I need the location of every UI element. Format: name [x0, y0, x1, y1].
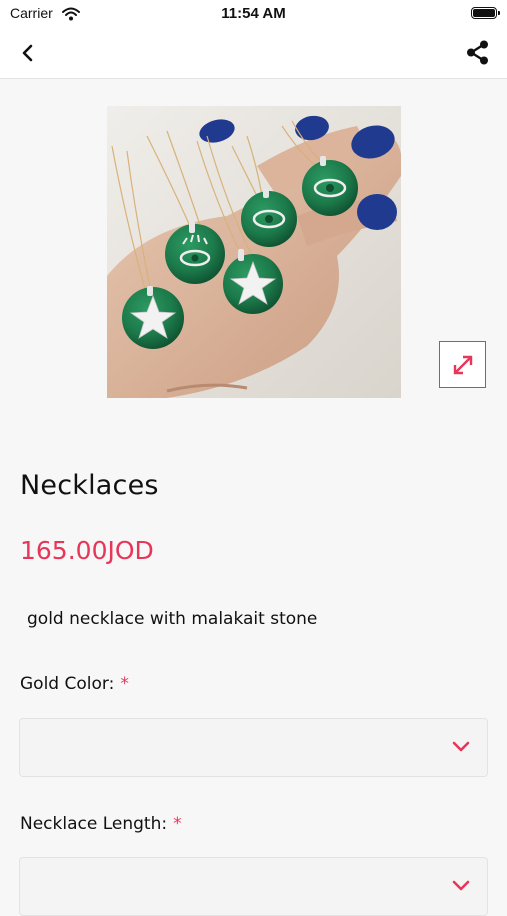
chevron-down-icon: [452, 741, 470, 752]
expand-arrows-icon: [453, 355, 473, 375]
status-time: 11:54 AM: [221, 5, 286, 22]
product-image[interactable]: [107, 106, 401, 398]
required-asterisk: *: [120, 674, 129, 694]
gold-color-label-text: Gold Color:: [20, 674, 115, 694]
product-price: 165.00JOD: [20, 536, 154, 565]
status-bar: Carrier 11:54 AM: [0, 0, 507, 28]
required-asterisk: *: [173, 814, 182, 834]
expand-image-button[interactable]: [439, 341, 486, 388]
chevron-left-icon: [22, 44, 33, 62]
necklace-length-select[interactable]: [19, 857, 488, 916]
product-description: gold necklace with malakait stone: [27, 609, 318, 629]
chevron-down-icon: [452, 880, 470, 891]
product-title: Necklaces: [20, 470, 159, 501]
navigation-bar: [0, 28, 507, 79]
necklace-length-label-text: Necklace Length:: [20, 814, 168, 834]
back-button[interactable]: [14, 40, 44, 66]
necklace-length-label: Necklace Length: *: [20, 814, 182, 834]
battery-icon: [471, 7, 500, 19]
share-button[interactable]: [463, 38, 493, 68]
gold-color-select[interactable]: [19, 718, 488, 777]
share-icon: [467, 40, 488, 65]
gold-color-label: Gold Color: *: [20, 674, 129, 694]
